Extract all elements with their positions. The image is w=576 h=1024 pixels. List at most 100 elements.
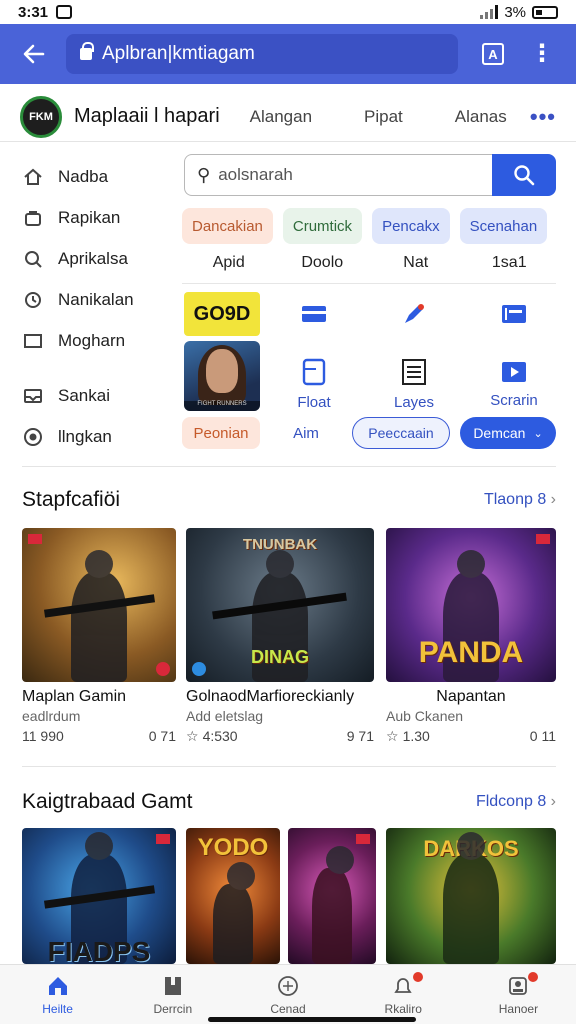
link-text: Fldconp 8 <box>475 793 547 810</box>
grid-item-layes[interactable]: Layes <box>376 356 452 412</box>
section-header: Kaigtrabaad Gamt Fldconp 8 › <box>22 790 556 814</box>
nav-notifications[interactable]: Rkaliro <box>346 965 461 1024</box>
game-cover <box>288 828 376 964</box>
card-icon <box>302 306 326 322</box>
peeccaain-button[interactable]: Peeccaain <box>352 417 450 449</box>
nav-discover[interactable]: Cenad <box>230 965 345 1024</box>
card-value: 0 71 <box>148 728 176 744</box>
sidebar-item-sankai[interactable]: Sankai <box>22 375 172 416</box>
card-rating: 1.30 <box>402 728 430 744</box>
search-icon <box>22 248 44 270</box>
card-icon-cell[interactable] <box>276 296 352 332</box>
window-icon <box>22 330 44 352</box>
game-card[interactable]: PANDA Napantan Aub Ckanen ☆ 1.30 0 11 <box>386 528 556 745</box>
search-button[interactable] <box>492 154 556 196</box>
bottom-navigation: Heilte Derrcin Cenad Rkaliro Hanoer <box>0 964 576 1024</box>
card-value: 0 11 <box>529 728 556 744</box>
sidebar-item-aprikalsa[interactable]: Aprikalsa <box>22 238 172 279</box>
more-icon[interactable]: ••• <box>530 104 556 130</box>
search-input[interactable]: ⚲ aolsnarah <box>184 154 492 196</box>
cover-logo: DINAG <box>251 647 309 667</box>
demcan-label: Demcan <box>473 425 526 441</box>
sidebar-item-label: Nadba <box>58 166 109 186</box>
search-icon <box>514 165 535 186</box>
app-title: Maplaaii l hapari <box>74 105 220 127</box>
panel-icon-cell[interactable] <box>476 296 552 332</box>
section-see-all-link[interactable]: Tlaonp 8 › <box>484 491 556 509</box>
battery-percent: 3% <box>504 3 526 21</box>
star-icon: ☆ <box>186 728 199 744</box>
sidebar-item-label: Rapikan <box>58 207 121 227</box>
sidebar-item-nadba[interactable]: Nadba <box>22 156 172 197</box>
thumbnail-caption: FIGHT RUNNERS <box>184 401 260 411</box>
browser-menu-button[interactable]: ⋮ <box>530 42 554 66</box>
demcan-dropdown-button[interactable]: Demcan ⌄ <box>460 417 556 449</box>
play-icon <box>502 361 526 382</box>
game-card[interactable]: Maplan Gamin eadlrdum 11 990 0 71 <box>22 528 176 744</box>
game-card[interactable]: TNUNBAK DINAG GolnaodMarfioreckianly Add… <box>186 528 374 745</box>
chevron-right-icon: › <box>550 793 556 810</box>
header-nav-item[interactable]: Pipat <box>364 107 403 127</box>
column-header[interactable]: Apid <box>182 254 276 283</box>
search-placeholder: aolsnarah <box>218 165 293 184</box>
game-cover <box>22 528 176 682</box>
nav-home[interactable]: Heilte <box>0 965 115 1024</box>
panel-icon <box>502 305 526 323</box>
aim-link[interactable]: Aim <box>260 425 352 442</box>
column-header[interactable]: Nat <box>369 254 463 283</box>
nav-profile[interactable]: Hanoer <box>461 965 576 1024</box>
tabs-button[interactable]: A <box>482 43 504 65</box>
header-nav-item[interactable]: Alangan <box>250 107 312 127</box>
phone-icon <box>302 358 326 385</box>
tab-icon: A <box>488 46 498 62</box>
nav-label: Cenad <box>270 1001 306 1016</box>
browser-toolbar: Aplbran|kmtiagam A ⋮ <box>0 24 576 84</box>
card-subtitle: Add eletslag <box>186 708 264 724</box>
game-cover: TNUNBAK DINAG <box>186 528 374 682</box>
sidebar-item-rapikan[interactable]: Rapikan <box>22 197 172 238</box>
grid-item-float[interactable]: Float <box>276 356 352 412</box>
card-count: 11 990 <box>22 728 64 744</box>
notification-icon <box>56 5 73 19</box>
app-header: FKM Maplaaii l hapari Alangan Pipat Alan… <box>0 92 576 142</box>
sidebar-item-label: Sankai <box>58 385 110 405</box>
sidebar-item-mogharn[interactable]: Mogharn <box>22 320 172 361</box>
chip-scenahan[interactable]: Scenahan <box>459 208 548 244</box>
back-button[interactable] <box>16 36 52 72</box>
game-card[interactable] <box>288 828 376 964</box>
address-bar[interactable]: Aplbran|kmtiagam <box>66 34 458 74</box>
column-headers: Apid Doolo Nat 1sa1 <box>182 254 556 284</box>
sidebar-item-nanikalan[interactable]: Nanikalan <box>22 279 172 320</box>
chip-crumtick[interactable]: Crumtick <box>282 208 363 244</box>
link-text: Tlaonp 8 <box>483 491 547 508</box>
peonian-button[interactable]: Peonian <box>182 417 260 449</box>
chevron-down-icon: ⌄ <box>533 427 543 440</box>
header-nav-item[interactable]: Alanas <box>455 107 507 127</box>
grid-label: Layes <box>393 393 435 411</box>
card-title: Maplan Gamin <box>22 688 127 705</box>
game-thumbnail-portrait[interactable]: FIGHT RUNNERS <box>184 341 260 411</box>
home-indicator <box>208 1017 416 1022</box>
nav-library[interactable]: Derrcin <box>115 965 230 1024</box>
nav-label: Hanoer <box>498 1001 539 1016</box>
app-logo[interactable]: FKM <box>20 95 62 138</box>
game-thumbnail-yellow[interactable]: GO9D <box>184 292 260 336</box>
column-header[interactable]: 1sa1 <box>463 254 557 283</box>
column-header[interactable]: Doolo <box>276 254 370 283</box>
grid-item-scrarin[interactable]: Scrarin <box>476 356 552 412</box>
game-cover: PANDA <box>386 528 556 682</box>
cover-logo: PANDA <box>418 636 524 669</box>
chip-dancakian[interactable]: Dancakian <box>182 208 273 244</box>
notification-badge <box>413 971 424 982</box>
game-card[interactable]: YODO <box>186 828 280 964</box>
signal-icon <box>480 5 499 19</box>
game-card[interactable]: FIADPS <box>22 828 176 964</box>
chip-pencakx[interactable]: Pencakx <box>372 208 450 244</box>
record-icon <box>22 426 44 448</box>
pen-icon-cell[interactable] <box>376 296 452 332</box>
game-card[interactable]: DARKOS <box>386 828 556 964</box>
pen-icon <box>405 304 424 323</box>
sidebar-item-llngkan[interactable]: llngkan <box>22 416 172 457</box>
section-see-all-link[interactable]: Fldconp 8 › <box>476 793 556 811</box>
divider <box>22 766 556 767</box>
